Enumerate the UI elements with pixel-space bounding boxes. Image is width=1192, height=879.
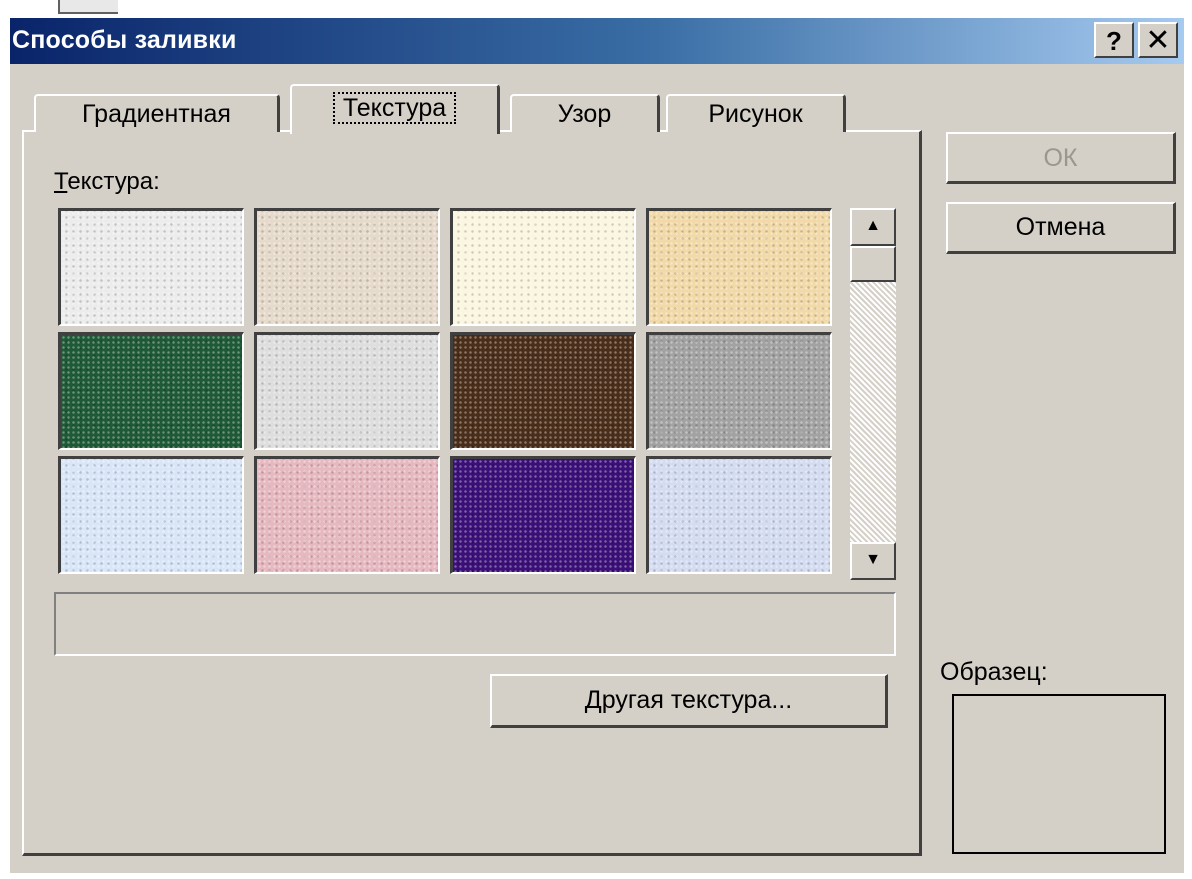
texture-label-text: екстура: bbox=[67, 168, 160, 195]
help-button[interactable]: ? bbox=[1094, 22, 1134, 58]
title-bar: Способы заливки ? ✕ bbox=[10, 18, 1184, 64]
texture-swatch-bouquet[interactable] bbox=[646, 456, 832, 574]
texture-label-accesskey: Т bbox=[54, 168, 68, 195]
dialog-title: Способы заливки bbox=[12, 26, 237, 54]
texture-swatch-white-marble[interactable] bbox=[254, 332, 440, 450]
texture-swatch-beige-sand[interactable] bbox=[254, 208, 440, 326]
background-window-fragment bbox=[58, 0, 118, 14]
tab-texture-label: Текстура bbox=[332, 92, 457, 124]
texture-scrollbar[interactable]: ▲ ▼ bbox=[850, 208, 896, 580]
texture-swatch-cream-parchment[interactable] bbox=[450, 208, 636, 326]
other-texture-button[interactable]: Другая текстура... bbox=[490, 674, 888, 728]
texture-swatch-white-paper[interactable] bbox=[58, 208, 244, 326]
texture-name-box bbox=[54, 592, 896, 656]
tab-pattern[interactable]: Узор bbox=[510, 94, 660, 132]
texture-swatch-blue-tissue[interactable] bbox=[58, 456, 244, 574]
texture-swatch-brown-marble[interactable] bbox=[450, 332, 636, 450]
fill-effects-dialog: Способы заливки ? ✕ Градиентная Текстура… bbox=[10, 18, 1184, 873]
scroll-up-button[interactable]: ▲ bbox=[850, 208, 896, 246]
texture-swatch-peach-granite[interactable] bbox=[646, 208, 832, 326]
texture-swatch-green-marble[interactable] bbox=[58, 332, 244, 450]
tab-gradient[interactable]: Градиентная bbox=[34, 94, 280, 132]
sample-label: Образец: bbox=[940, 658, 1048, 686]
tab-picture[interactable]: Рисунок bbox=[666, 94, 846, 132]
tab-texture[interactable]: Текстура bbox=[290, 84, 500, 134]
sample-preview bbox=[952, 694, 1166, 854]
cancel-button[interactable]: Отмена bbox=[946, 202, 1176, 254]
top-background-strip bbox=[0, 0, 1192, 14]
scroll-thumb[interactable] bbox=[850, 246, 896, 282]
texture-swatch-pink-tissue[interactable] bbox=[254, 456, 440, 574]
texture-swatch-gray-granite[interactable] bbox=[646, 332, 832, 450]
scroll-down-button[interactable]: ▼ bbox=[850, 542, 896, 580]
other-texture-label: ругая текстура... bbox=[601, 686, 793, 714]
texture-label: Текстура: bbox=[54, 168, 160, 196]
ok-button[interactable]: ОК bbox=[946, 132, 1176, 184]
close-button[interactable]: ✕ bbox=[1138, 22, 1178, 58]
texture-swatch-purple-mesh[interactable] bbox=[450, 456, 636, 574]
other-texture-accesskey: Д bbox=[584, 686, 602, 714]
